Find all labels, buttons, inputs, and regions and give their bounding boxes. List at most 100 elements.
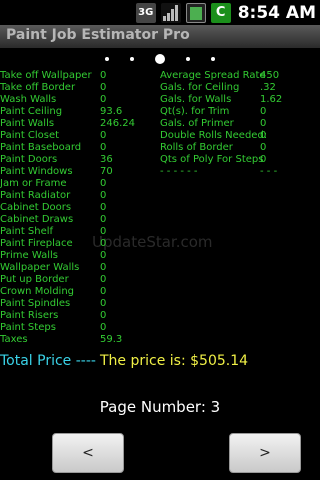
item-label: Paint Ceiling (0, 106, 63, 117)
page-number: Page Number: 3 (99, 398, 221, 416)
network-3g-icon: 3G (135, 2, 156, 23)
status-bar: 3G C 8:54 AM (0, 0, 320, 25)
item-value: 0 (100, 298, 107, 309)
item-value: 0 (100, 286, 107, 297)
page-dot (105, 57, 109, 61)
estimate-row: Paint Baseboard 0 Rolls of Border 0 (0, 142, 320, 154)
item-label: Cabinet Doors (0, 202, 72, 213)
item-value: 59.3 (100, 334, 123, 345)
item-label: Paint Fireplace (0, 238, 73, 249)
material-label: Gals. for Walls (160, 94, 232, 105)
total-price-value: The price is: $505.14 (100, 353, 249, 369)
item-value: 0 (100, 190, 107, 201)
item-label: Paint Walls (0, 118, 55, 129)
estimate-list: Take off Wallpaper 0 Average Spread Rate 45… (0, 70, 320, 346)
total-price-label: Total Price ---- (0, 353, 96, 369)
estimate-row: Prime Walls 0 (0, 250, 320, 262)
app-title: Paint Job Estimator Pro (6, 27, 190, 43)
material-value: 0 (260, 118, 267, 129)
item-label: Jam or Frame (0, 178, 67, 189)
item-label: Taxes (0, 334, 28, 345)
previous-page-button[interactable]: < (52, 433, 124, 473)
estimate-row: Paint Closet 0 Double Rolls Needed: 0 (0, 130, 320, 142)
item-value: 0 (100, 130, 107, 141)
estimate-row: Crown Molding 0 (0, 286, 320, 298)
clock-ampm: AM (285, 2, 316, 23)
material-label: Average Spread Rate (160, 70, 266, 81)
material-value: .32 (260, 82, 276, 93)
total-line: Total Price ---- The price is: $505.14 (0, 352, 320, 370)
item-value: 0 (100, 142, 107, 153)
estimate-row: Wash Walls 0 Gals. for Walls 1.62 (0, 94, 320, 106)
item-value: 0 (100, 310, 107, 321)
estimate-row: Put up Border 0 (0, 274, 320, 286)
clock: 8:54 AM (238, 3, 316, 23)
estimate-row: Paint Windows 70 - - - - - - - - - (0, 166, 320, 178)
item-label: Wash Walls (0, 94, 57, 105)
estimate-row: Paint Radiator 0 (0, 190, 320, 202)
item-value: 0 (100, 322, 107, 333)
estimate-row: Jam or Frame 0 (0, 178, 320, 190)
material-value: 0 (260, 106, 267, 117)
item-value: 70 (100, 166, 113, 177)
item-value: 0 (100, 238, 107, 249)
item-value: 93.6 (100, 106, 123, 117)
item-label: Paint Windows (0, 166, 73, 177)
item-value: 0 (100, 70, 107, 81)
item-value: 0 (100, 274, 107, 285)
estimate-row: Wallpaper Walls 0 (0, 262, 320, 274)
app-title-bar: Paint Job Estimator Pro (0, 25, 320, 48)
page-dot (130, 57, 134, 61)
estimate-row: Cabinet Doors 0 (0, 202, 320, 214)
item-label: Paint Radiator (0, 190, 71, 201)
estimate-row: Paint Risers 0 (0, 310, 320, 322)
item-label: Paint Steps (0, 322, 56, 333)
item-label: Paint Doors (0, 154, 58, 165)
next-page-button[interactable]: > (229, 433, 301, 473)
item-value: 0 (100, 178, 107, 189)
estimate-row: Paint Shelf 0 (0, 226, 320, 238)
item-label: Take off Wallpaper (0, 70, 92, 81)
item-value: 0 (100, 82, 107, 93)
item-label: Paint Baseboard (0, 142, 82, 153)
item-label: Paint Closet (0, 130, 60, 141)
estimate-row: Take off Border 0 Gals. for Ceiling .32 (0, 82, 320, 94)
item-label: Paint Shelf (0, 226, 54, 237)
page-dot-active (155, 54, 165, 64)
signal-strength-icon (160, 2, 181, 23)
material-label: Double Rolls Needed: (160, 130, 268, 141)
item-value: 0 (100, 262, 107, 273)
item-label: Wallpaper Walls (0, 262, 80, 273)
estimate-row: Paint Ceiling 93.6 Qt(s). for Trim 0 (0, 106, 320, 118)
item-value: 0 (100, 202, 107, 213)
item-label: Crown Molding (0, 286, 75, 297)
page-indicator (0, 51, 320, 67)
item-value: 0 (100, 214, 107, 225)
item-value: 0 (100, 94, 107, 105)
estimate-row: Cabinet Draws 0 (0, 214, 320, 226)
material-value: 0 (260, 154, 267, 165)
material-value: 450 (260, 70, 280, 81)
status-icons: 3G C 8:54 AM (135, 0, 320, 25)
estimate-row: Paint Walls 246.24 Gals. of Primer 0 (0, 118, 320, 130)
page-dot (211, 57, 215, 61)
estimate-row: Paint Doors 36 Qts of Poly For Steps 0 (0, 154, 320, 166)
estimate-row: Take off Wallpaper 0 Average Spread Rate 45… (0, 70, 320, 82)
item-value: 36 (100, 154, 113, 165)
material-label: - - - - - - (160, 166, 198, 177)
material-value: 0 (260, 130, 267, 141)
clock-time: 8:54 (237, 2, 280, 23)
item-value: 246.24 (100, 118, 135, 129)
material-label: Rolls of Border (160, 142, 233, 153)
material-value: - - - (260, 166, 278, 177)
material-label: Gals. for Ceiling (160, 82, 240, 93)
app-notification-icon: C (210, 2, 231, 23)
item-value: 0 (100, 250, 107, 261)
item-label: Paint Risers (0, 310, 59, 321)
estimate-row: Taxes 59.3 (0, 334, 320, 346)
estimate-row: Paint Spindles 0 (0, 298, 320, 310)
estimate-row: Paint Steps 0 (0, 322, 320, 334)
item-label: Paint Spindles (0, 298, 71, 309)
item-label: Put up Border (0, 274, 69, 285)
material-label: Qts of Poly For Steps (160, 154, 264, 165)
